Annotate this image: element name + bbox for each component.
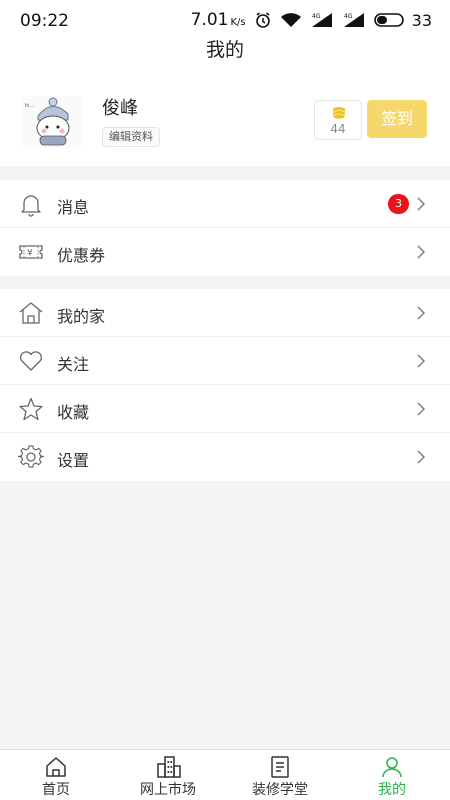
- tab-academy[interactable]: 装修学堂: [224, 750, 336, 800]
- status-time: 09:22: [20, 11, 69, 31]
- avatar[interactable]: hi...: [22, 96, 82, 148]
- chevron-right-icon: [417, 354, 425, 368]
- avatar-image: hi...: [22, 96, 82, 148]
- menu-item-label: 关注: [57, 355, 90, 374]
- heart-icon: [20, 351, 42, 371]
- checkin-button[interactable]: 签到: [367, 100, 427, 138]
- unread-badge: 3: [388, 194, 409, 214]
- chevron-right-icon: [417, 197, 425, 211]
- points-box[interactable]: 44: [314, 100, 362, 140]
- network-speed: 7.01 K/s: [190, 10, 246, 30]
- menu-item-label: 消息: [57, 198, 90, 217]
- home-tab-icon: [46, 757, 66, 777]
- page-title: 我的: [205, 39, 244, 61]
- battery-icon: [373, 13, 404, 27]
- edit-profile-button[interactable]: 编辑资料: [102, 127, 160, 147]
- status-bar: 09:22 7.01 K/s 4G 4G 33: [0, 0, 450, 40]
- coin-stack-icon: [332, 107, 346, 120]
- star-icon: [19, 397, 43, 421]
- home-icon: [19, 302, 43, 324]
- svg-text:4G: 4G: [312, 13, 321, 20]
- tab-mine[interactable]: 我的: [336, 750, 448, 800]
- settings-icon: [18, 445, 44, 468]
- points-value: 44: [330, 122, 346, 136]
- alarm-icon: [255, 12, 270, 28]
- document-icon: [271, 756, 289, 778]
- battery-level: 33: [411, 10, 432, 30]
- coupon-icon: ¥: [19, 245, 43, 259]
- status-indicators: 7.01 K/s 4G 4G 33: [191, 10, 432, 30]
- menu-group-2: 我的家 关注 收藏 设置: [0, 289, 450, 481]
- user-icon: [382, 757, 402, 778]
- menu-item-follow[interactable]: 关注: [0, 337, 450, 385]
- menu-group-1: 消息 3 ¥ 优惠券: [0, 180, 450, 276]
- wifi-icon: [280, 13, 301, 27]
- bottom-tab-bar: 首页 网上市场 装修学堂 我的: [0, 749, 450, 800]
- menu-item-my-home[interactable]: 我的家: [0, 289, 450, 337]
- tab-market[interactable]: 网上市场: [112, 750, 224, 800]
- tab-label: 装修学堂: [252, 782, 308, 798]
- tab-home[interactable]: 首页: [0, 750, 112, 800]
- tab-label: 我的: [378, 782, 406, 798]
- menu-item-label: 我的家: [57, 307, 106, 326]
- menu-item-settings[interactable]: 设置: [0, 433, 450, 481]
- nav-bar: 我的: [0, 40, 450, 72]
- menu-item-label: 设置: [57, 451, 90, 470]
- chevron-right-icon: [417, 450, 425, 464]
- signal-icon: 4G: [311, 13, 332, 27]
- profile-card: hi... 俊峰 编辑资料 44 签到: [0, 72, 450, 166]
- menu-item-label: 优惠券: [57, 246, 106, 265]
- svg-text:hi...: hi...: [25, 103, 35, 109]
- chevron-right-icon: [417, 402, 425, 416]
- menu-item-coupons[interactable]: ¥ 优惠券: [0, 228, 450, 276]
- username: 俊峰: [102, 98, 138, 119]
- chevron-right-icon: [417, 306, 425, 320]
- menu-item-favorites[interactable]: 收藏: [0, 385, 450, 433]
- bell-icon: [21, 195, 41, 217]
- menu-item-label: 收藏: [57, 403, 90, 422]
- signal-icon-2: 4G: [343, 13, 364, 27]
- tab-label: 网上市场: [140, 782, 196, 798]
- svg-text:4G: 4G: [344, 13, 353, 20]
- tab-label: 首页: [42, 782, 70, 798]
- chevron-right-icon: [417, 245, 425, 259]
- svg-text:¥: ¥: [27, 249, 33, 259]
- menu-item-messages[interactable]: 消息 3: [0, 180, 450, 228]
- building-icon: [157, 756, 181, 778]
